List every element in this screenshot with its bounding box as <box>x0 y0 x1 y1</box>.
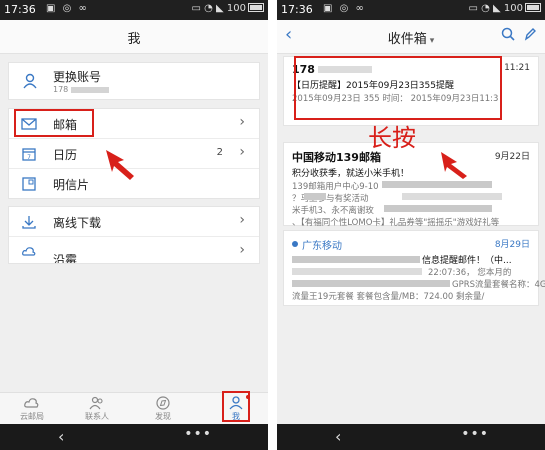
back-icon[interactable]: ‹ <box>335 427 341 446</box>
menu-item-mailbox[interactable]: 邮箱 › <box>9 109 259 139</box>
menu-item-partial[interactable]: 沿霉 › <box>9 237 259 264</box>
mail-subject: 【日历提醒】2015年09月23日355提醒 <box>292 81 454 91</box>
mail-preview-line: 、【有福同个性LOMO卡】礼品券等"摇摇乐"游戏好礼等 <box>292 218 500 228</box>
compass-icon <box>156 396 170 410</box>
mail-date: 9月22日 <box>494 152 530 162</box>
calendar-icon: 7 <box>22 148 36 161</box>
status-bar: 17:36 ▣ ◎ ∞ ▭ ◔ ◣ 100 <box>277 0 545 20</box>
switch-account-label: 更换账号 <box>53 70 102 84</box>
battery-level: 100 <box>503 3 523 14</box>
notification-dot <box>246 395 250 399</box>
menu-item-label: 日历 <box>53 148 78 162</box>
right-phone-screen: 17:36 ▣ ◎ ∞ ▭ ◔ ◣ 100 ‹ 收件箱 ▾ 178 11:21 【… <box>277 0 545 450</box>
title-bar: 我 <box>0 20 268 54</box>
tab-label: 联系人 <box>85 412 109 421</box>
mail-preview-line: 米手机3、永不离谢玫 <box>292 206 374 216</box>
compose-icon[interactable] <box>523 27 537 41</box>
tab-contacts[interactable]: 联系人 <box>67 393 127 425</box>
tab-discover[interactable]: 发现 <box>133 393 193 425</box>
back-icon[interactable]: ‹ <box>58 427 64 446</box>
user-icon <box>23 73 37 89</box>
menu-group-2: 离线下载 › 沿霉 › <box>8 206 260 264</box>
account-number: 178 <box>53 85 69 94</box>
preview-blur <box>292 268 422 275</box>
tab-me[interactable]: 我 <box>206 393 266 425</box>
chevron-right-icon: › <box>239 212 245 228</box>
calendar-count-badge: 2 <box>216 147 223 158</box>
mail-item-gd-mobile[interactable]: 广东移动 8月29日 信息提醒邮件！（中... 22:07:36， 您本月的 G… <box>283 230 545 306</box>
page-title: 我 <box>127 32 141 47</box>
battery-icon <box>248 3 264 12</box>
postcard-icon <box>22 177 36 191</box>
tab-label: 我 <box>232 412 240 421</box>
system-nav-bar: ‹ ••• <box>277 424 545 450</box>
folder-name: 收件箱 <box>387 32 427 47</box>
mail-subject: 积分收获季，就送小米手机！ <box>292 169 410 179</box>
chevron-right-icon: › <box>239 114 245 130</box>
user-icon <box>229 396 243 410</box>
tab-label: 云邮局 <box>20 412 44 421</box>
status-time: 17:36 <box>281 3 313 16</box>
chevron-right-icon: › <box>239 242 245 258</box>
battery-level: 100 <box>226 3 246 14</box>
subject-blur <box>292 256 420 263</box>
mail-item-calendar-reminder[interactable]: 178 11:21 【日历提醒】2015年09月23日355提醒 2015年09… <box>283 56 539 126</box>
mail-preview-line: GPRS流量套餐名称：4G <box>452 280 545 290</box>
mail-sender: 广东移动 <box>302 241 342 252</box>
preview-blur <box>384 205 492 212</box>
account-number-blur <box>71 87 109 93</box>
menu-item-label: 邮箱 <box>53 118 78 132</box>
preview-blur <box>304 193 326 200</box>
account-card[interactable]: 更换账号 178 <box>8 62 260 100</box>
mail-preview-line: 22:07:36， 您本月的 <box>428 268 512 278</box>
more-icon[interactable]: ••• <box>184 426 212 442</box>
left-phone-screen: 17:36 ▣ ◎ ∞ ▭ ◔ ◣ 100 我 更换账号 178 邮箱 › 7 … <box>0 0 268 450</box>
unread-dot-icon <box>292 241 298 247</box>
more-icon[interactable]: ••• <box>461 426 489 442</box>
long-press-annotation: 长按 <box>368 124 416 152</box>
mail-icon <box>21 118 37 130</box>
mail-subject: 信息提醒邮件！（中... <box>422 256 512 266</box>
mail-preview-line: 流量王19元套餐 套餐包含量/MB：724.00 剩余量/ <box>292 292 485 302</box>
inbox-title-bar: ‹ 收件箱 ▾ <box>277 20 545 54</box>
tab-cloud-mail[interactable]: 云邮局 <box>2 393 62 425</box>
mail-sender: 178 <box>292 63 315 76</box>
status-bar: 17:36 ▣ ◎ ∞ ▭ ◔ ◣ 100 <box>0 0 268 20</box>
menu-item-offline-download[interactable]: 离线下载 › <box>9 207 259 237</box>
contacts-icon <box>89 396 103 410</box>
mail-date: 8月29日 <box>494 240 530 250</box>
bottom-tab-bar: 云邮局 联系人 发现 我 <box>0 392 268 424</box>
mail-preview-line: 139邮箱用户中心9-10 <box>292 182 379 192</box>
cloud-mail-icon <box>24 398 39 408</box>
battery-icon <box>525 3 541 12</box>
download-icon <box>22 216 36 229</box>
chevron-down-icon: ▾ <box>429 36 435 46</box>
red-arrow-icon <box>106 150 134 180</box>
sender-blur <box>318 66 372 73</box>
chevron-right-icon: › <box>239 144 245 160</box>
preview-blur <box>292 280 450 287</box>
preview-blur <box>402 193 502 200</box>
cloud-icon <box>22 247 36 256</box>
menu-item-label: 沿霉 <box>53 253 78 264</box>
menu-item-label: 明信片 <box>53 178 90 192</box>
system-nav-bar: ‹ ••• <box>0 424 268 450</box>
notification-icons: ▣ ◎ ∞ <box>323 3 366 14</box>
notification-icons: ▣ ◎ ∞ <box>46 3 89 14</box>
search-icon[interactable] <box>501 27 515 41</box>
red-arrow-icon <box>441 152 467 179</box>
tab-label: 发现 <box>155 412 171 421</box>
mail-preview: 2015年09月23日 355 时间： 2015年09月23日11:3 <box>292 94 499 104</box>
status-time: 17:36 <box>4 3 36 16</box>
status-right-icons: ▭ ◔ ◣ 100 <box>192 3 264 14</box>
preview-blur <box>382 181 492 188</box>
status-right-icons: ▭ ◔ ◣ 100 <box>469 3 541 14</box>
svg-text:7: 7 <box>27 154 31 161</box>
menu-item-label: 离线下载 <box>53 216 102 230</box>
mail-date: 11:21 <box>504 63 530 73</box>
mail-item-139-promo[interactable]: 中国移动139邮箱 9月22日 积分收获季，就送小米手机！ 139邮箱用户中心9… <box>283 142 539 228</box>
